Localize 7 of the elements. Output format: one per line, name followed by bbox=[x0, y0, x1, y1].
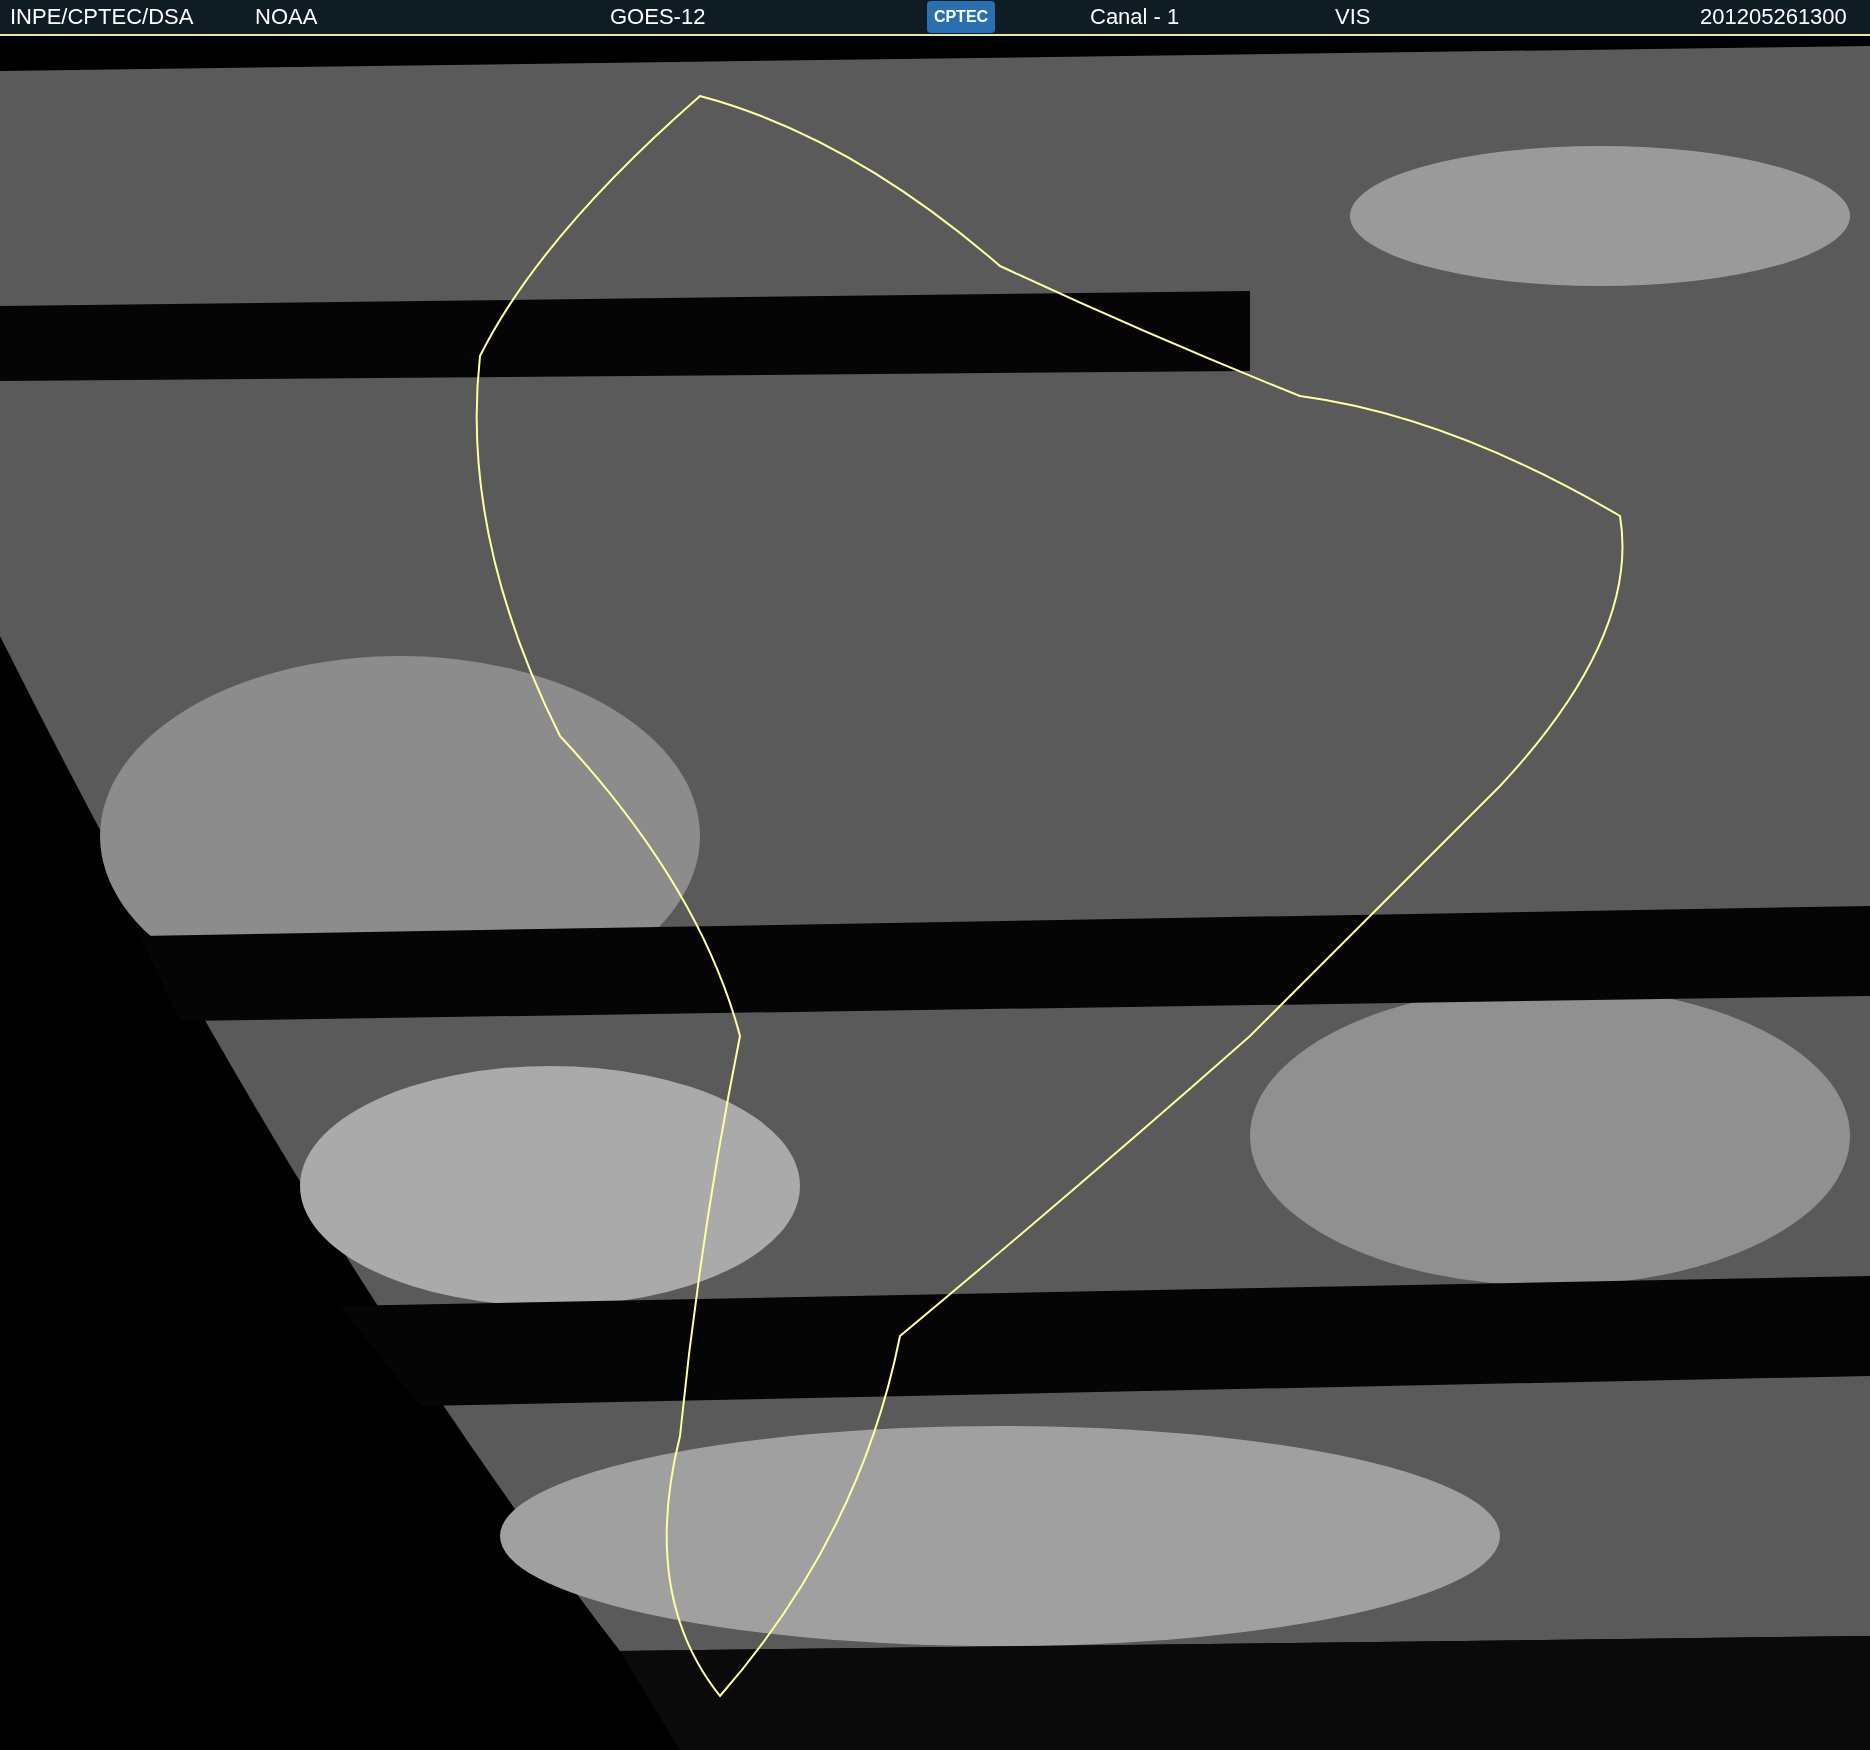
logo: CPTEC bbox=[927, 1, 995, 33]
agency-label: NOAA bbox=[255, 4, 319, 30]
channel-label: Canal - 1 bbox=[1090, 4, 1181, 30]
timestamp-label: 201205261300 bbox=[1700, 4, 1848, 30]
band-label: VIS bbox=[1335, 4, 1372, 30]
source-label: INPE/CPTEC/DSA bbox=[10, 4, 195, 30]
satellite-label: GOES-12 bbox=[610, 4, 707, 30]
